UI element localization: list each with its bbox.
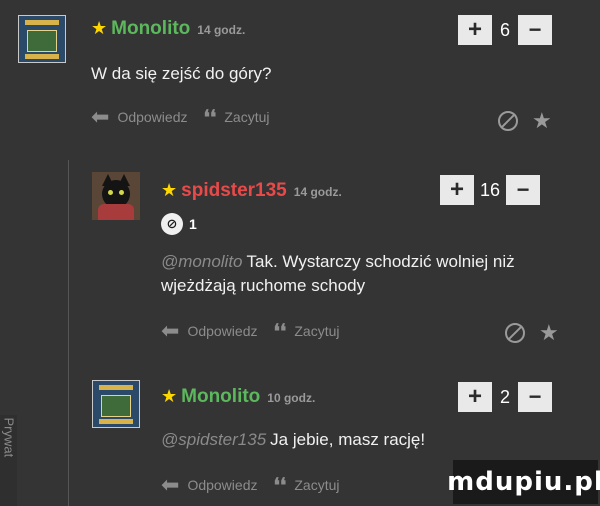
vote-count: 6: [499, 19, 510, 40]
comment-actions: ⬅ Odpowiedz ❛❛ Zacytuj: [161, 472, 340, 498]
thread-line: [68, 160, 69, 506]
award-badge: ⊘ 1: [161, 213, 197, 235]
upvote-button[interactable]: +: [458, 15, 492, 45]
comment-text: @monolito Tak. Wystarczy schodzić wolniej…: [161, 250, 581, 298]
star-icon[interactable]: ★: [532, 108, 552, 134]
upvote-button[interactable]: +: [458, 382, 492, 412]
reply-button[interactable]: Odpowiedz: [187, 323, 257, 339]
comment-header: ★ spidster135 14 godz.: [161, 180, 342, 202]
reply-button[interactable]: Odpowiedz: [117, 109, 187, 125]
downvote-button[interactable]: −: [506, 175, 541, 205]
vote-count: 16: [480, 179, 501, 200]
star-icon[interactable]: ★: [539, 320, 559, 346]
timestamp: 14 godz.: [293, 185, 342, 199]
vote-widget: + 2 −: [458, 382, 552, 412]
avatar[interactable]: [92, 172, 140, 220]
vote-count: 2: [499, 386, 510, 407]
reply-arrow-icon: ⬅: [91, 104, 110, 129]
comment-header: ★ Monolito 14 godz.: [91, 18, 245, 40]
no-entry-icon[interactable]: [505, 323, 525, 343]
comment-body: W da się zejść do góry?: [91, 64, 272, 83]
quote-icon: ❛❛: [203, 105, 217, 129]
star-icon: ★: [91, 18, 108, 38]
reply-arrow-icon: ⬅: [161, 472, 180, 497]
mention-link[interactable]: @spidster135: [161, 430, 266, 449]
star-icon: ★: [161, 180, 178, 200]
downvote-button[interactable]: −: [518, 382, 552, 412]
quote-button[interactable]: Zacytuj: [294, 477, 339, 493]
sidebar-tab-label: Prywat: [1, 417, 17, 458]
vote-widget: + 6 −: [458, 15, 552, 45]
comment-actions: ⬅ Odpowiedz ❛❛ Zacytuj: [91, 104, 270, 130]
vote-widget: + 16 −: [440, 175, 541, 205]
quote-icon: ❛❛: [273, 473, 287, 497]
username-link[interactable]: spidster135: [181, 180, 287, 202]
comment-tools: ★: [505, 320, 559, 346]
no-entry-icon: ⊘: [161, 213, 183, 235]
downvote-button[interactable]: −: [518, 15, 552, 45]
avatar[interactable]: [92, 380, 140, 428]
quote-icon: ❛❛: [273, 319, 287, 343]
star-icon: ★: [161, 386, 178, 406]
comment-text: W da się zejść do góry?: [91, 62, 271, 86]
reply-button[interactable]: Odpowiedz: [187, 477, 257, 493]
private-messages-tab[interactable]: Prywat: [0, 415, 17, 506]
avatar[interactable]: [18, 15, 66, 63]
username-link[interactable]: Monolito: [111, 18, 190, 40]
timestamp: 10 godz.: [267, 391, 316, 405]
timestamp: 14 godz.: [197, 23, 246, 37]
no-entry-icon[interactable]: [498, 111, 518, 131]
comment-text: @spidster135 Ja jebie, masz rację!: [161, 428, 425, 452]
badge-count: 1: [189, 216, 197, 232]
reply-arrow-icon: ⬅: [161, 318, 180, 343]
quote-button[interactable]: Zacytuj: [224, 109, 269, 125]
watermark-logo: mdupiu.pl: [447, 460, 600, 504]
mention-link[interactable]: @monolito: [161, 252, 243, 271]
comment-body: Ja jebie, masz rację!: [270, 430, 426, 449]
comment-tools: ★: [498, 108, 552, 134]
upvote-button[interactable]: +: [440, 175, 474, 205]
comment-actions: ⬅ Odpowiedz ❛❛ Zacytuj: [161, 318, 340, 344]
comment-header: ★ Monolito 10 godz.: [161, 386, 315, 408]
username-link[interactable]: Monolito: [181, 386, 260, 408]
quote-button[interactable]: Zacytuj: [294, 323, 339, 339]
